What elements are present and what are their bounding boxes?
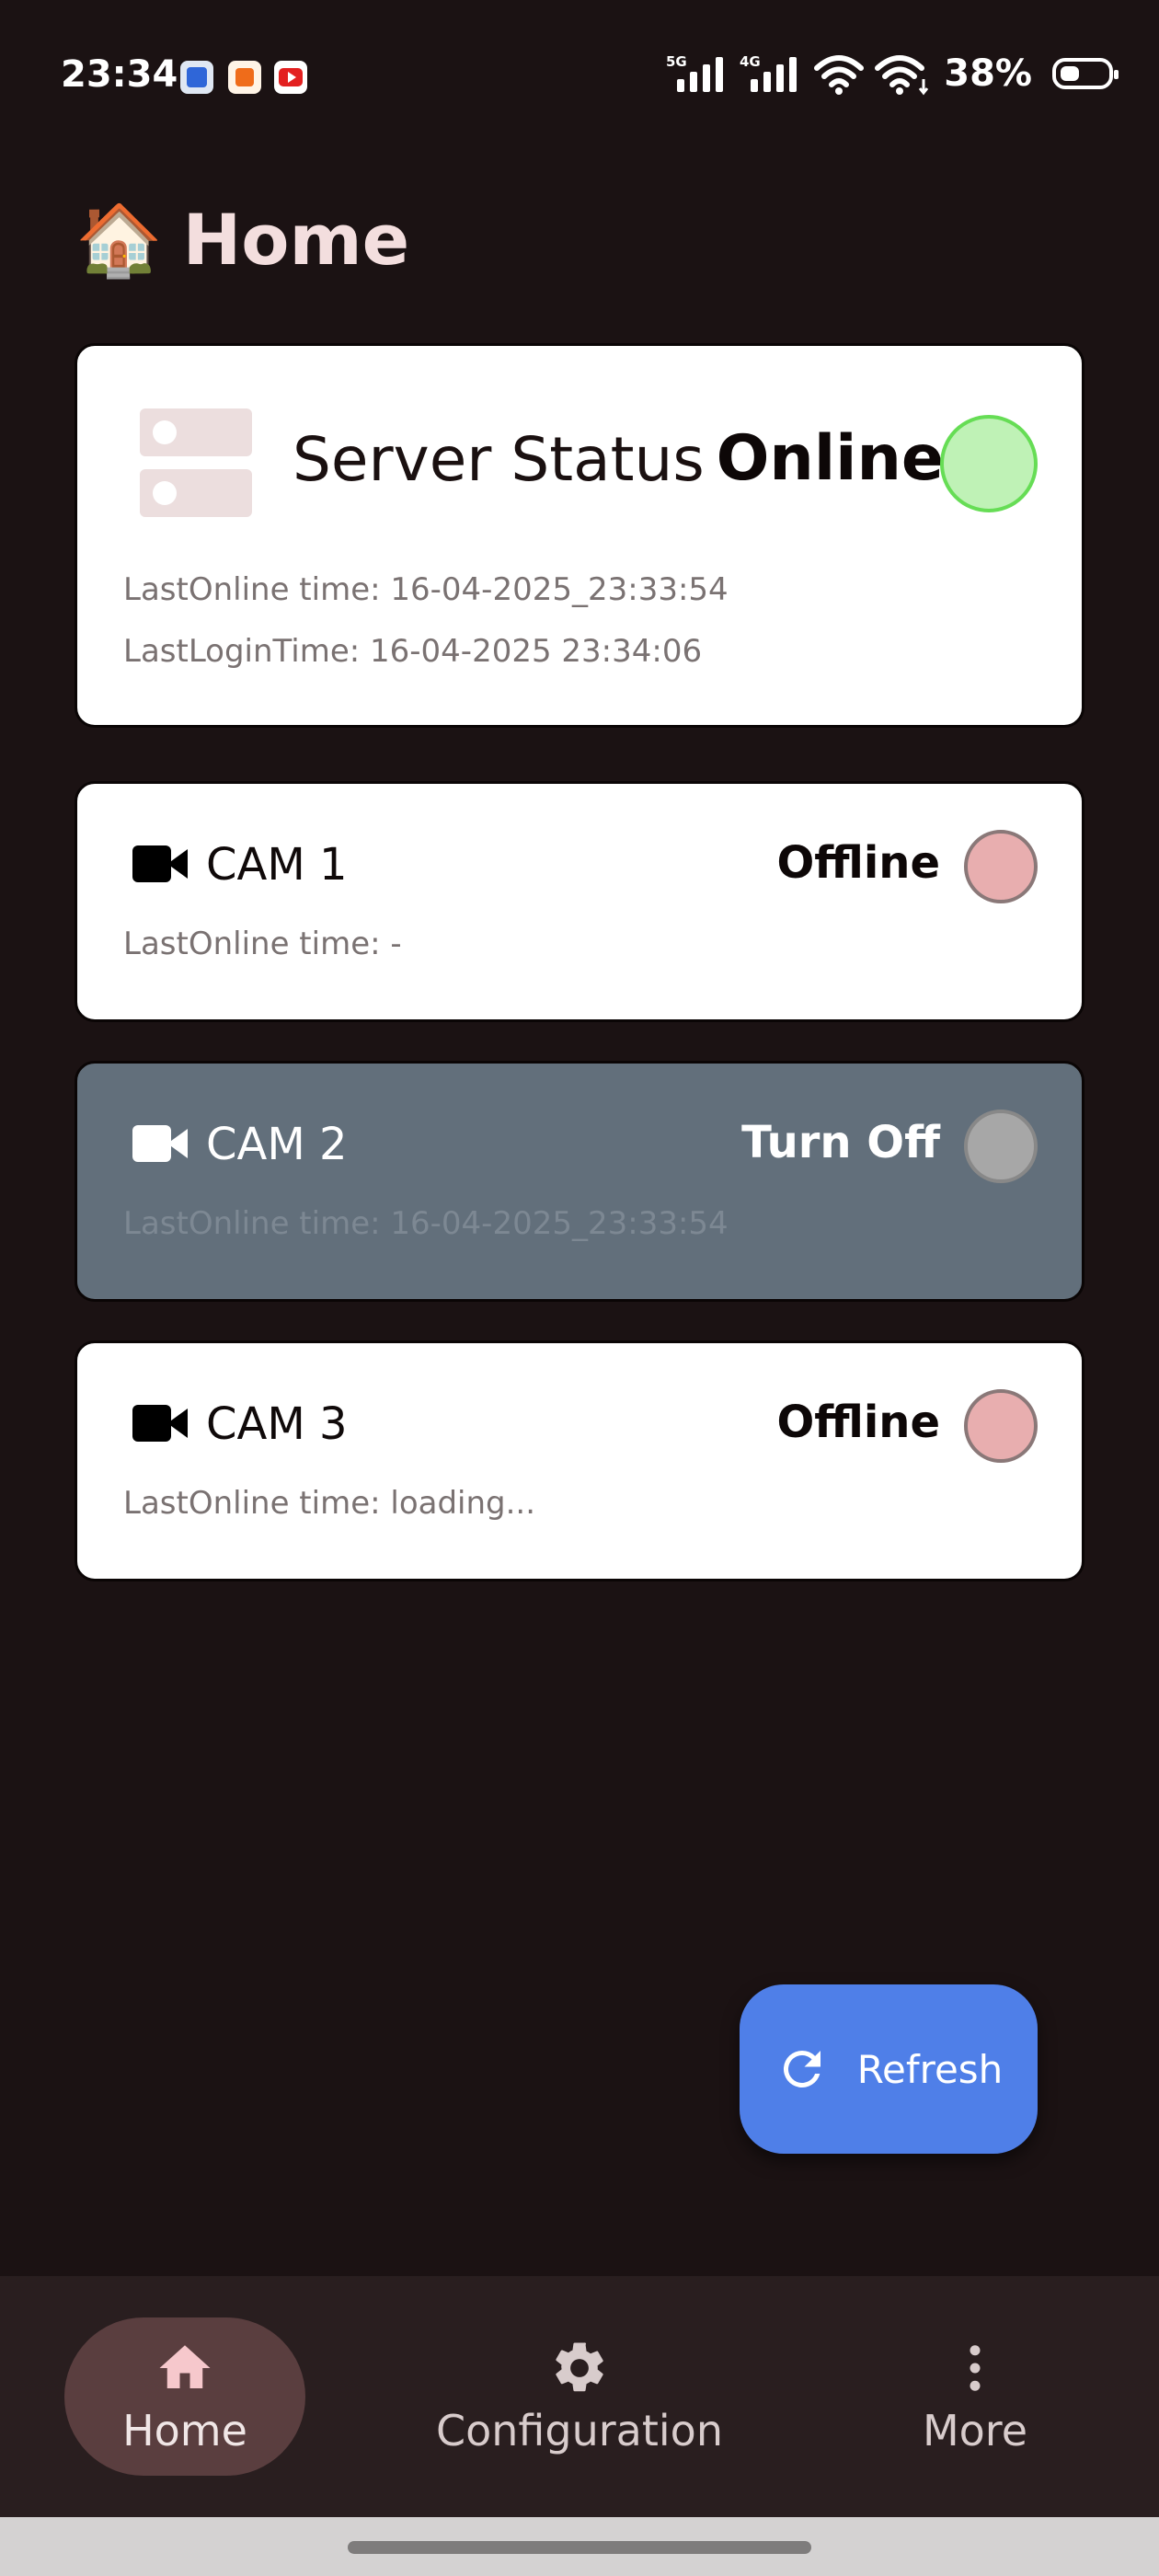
server-status-card[interactable]: Server Status Online LastOnline time: 16…	[75, 343, 1084, 728]
battery-percent: 38%	[944, 52, 1032, 95]
server-icon	[140, 408, 252, 519]
camera-status-indicator	[964, 830, 1038, 903]
nav-item-home[interactable]: Home	[64, 2276, 305, 2517]
nav-item-more[interactable]: More	[883, 2276, 1067, 2517]
status-bar: 23:34 5G 4G 38%	[0, 0, 1159, 156]
camera-card-1[interactable]: CAM 1 Offline LastOnline time: -	[75, 781, 1084, 1022]
camera-card-2[interactable]: CAM 2 Turn Off LastOnline time: 16-04-20…	[75, 1061, 1084, 1302]
camera-status-text: Offline	[776, 837, 940, 889]
camera-label: CAM 3	[206, 1398, 348, 1450]
battery-icon	[1052, 58, 1119, 89]
camera-last-online: LastOnline time: 16-04-2025_23:33:54	[123, 1205, 729, 1242]
nav-label-home: Home	[122, 2406, 247, 2455]
nav-label-configuration: Configuration	[436, 2406, 723, 2455]
network-label-5g: 5G	[666, 53, 687, 70]
nav-item-configuration[interactable]: Configuration	[414, 2276, 745, 2517]
signal-4g-icon: 4G	[740, 53, 798, 92]
camera-status-indicator	[964, 1389, 1038, 1463]
video-camera-icon	[132, 1125, 188, 1162]
more-vertical-icon	[970, 2345, 981, 2391]
video-camera-icon	[132, 845, 188, 882]
server-last-login: LastLoginTime: 16-04-2025 23:34:06	[123, 633, 703, 670]
server-status-title: Server Status	[293, 424, 705, 495]
camera-last-online: LastOnline time: loading...	[123, 1485, 536, 1522]
app-icon-orange	[228, 61, 261, 94]
refresh-icon	[783, 2051, 820, 2087]
camera-label: CAM 1	[206, 839, 348, 891]
camera-status-indicator	[964, 1110, 1038, 1183]
signal-5g-icon: 5G	[666, 53, 724, 92]
video-camera-icon	[132, 1405, 188, 1442]
camera-card-3[interactable]: CAM 3 Offline LastOnline time: loading..…	[75, 1340, 1084, 1581]
server-last-online: LastOnline time: 16-04-2025_23:33:54	[123, 571, 729, 608]
page-title: 🏠 Home	[75, 199, 409, 281]
gear-icon	[556, 2342, 603, 2392]
youtube-icon	[274, 61, 307, 94]
server-status-value: Online	[716, 422, 944, 495]
network-label-4g: 4G	[740, 53, 761, 70]
server-status-indicator	[940, 415, 1038, 512]
home-icon	[159, 2345, 211, 2388]
camera-status-text: Turn Off	[741, 1117, 940, 1168]
camera-label: CAM 2	[206, 1119, 348, 1170]
page-title-text: Home	[182, 199, 410, 281]
nav-label-more: More	[922, 2406, 1028, 2455]
wifi-hotspot-icon	[875, 55, 929, 96]
house-icon: 🏠	[75, 198, 163, 281]
refresh-button[interactable]: Refresh	[740, 1984, 1038, 2154]
gesture-navigation-area	[0, 2517, 1159, 2576]
camera-last-online: LastOnline time: -	[123, 926, 402, 962]
wifi-icon	[814, 55, 865, 95]
bottom-navigation: Home Configuration More	[0, 2276, 1159, 2517]
camera-status-text: Offline	[776, 1397, 940, 1448]
status-time: 23:34	[61, 53, 178, 96]
app-icon-blue	[180, 61, 213, 94]
refresh-label: Refresh	[856, 2046, 1004, 2092]
gesture-handle[interactable]	[348, 2541, 811, 2554]
